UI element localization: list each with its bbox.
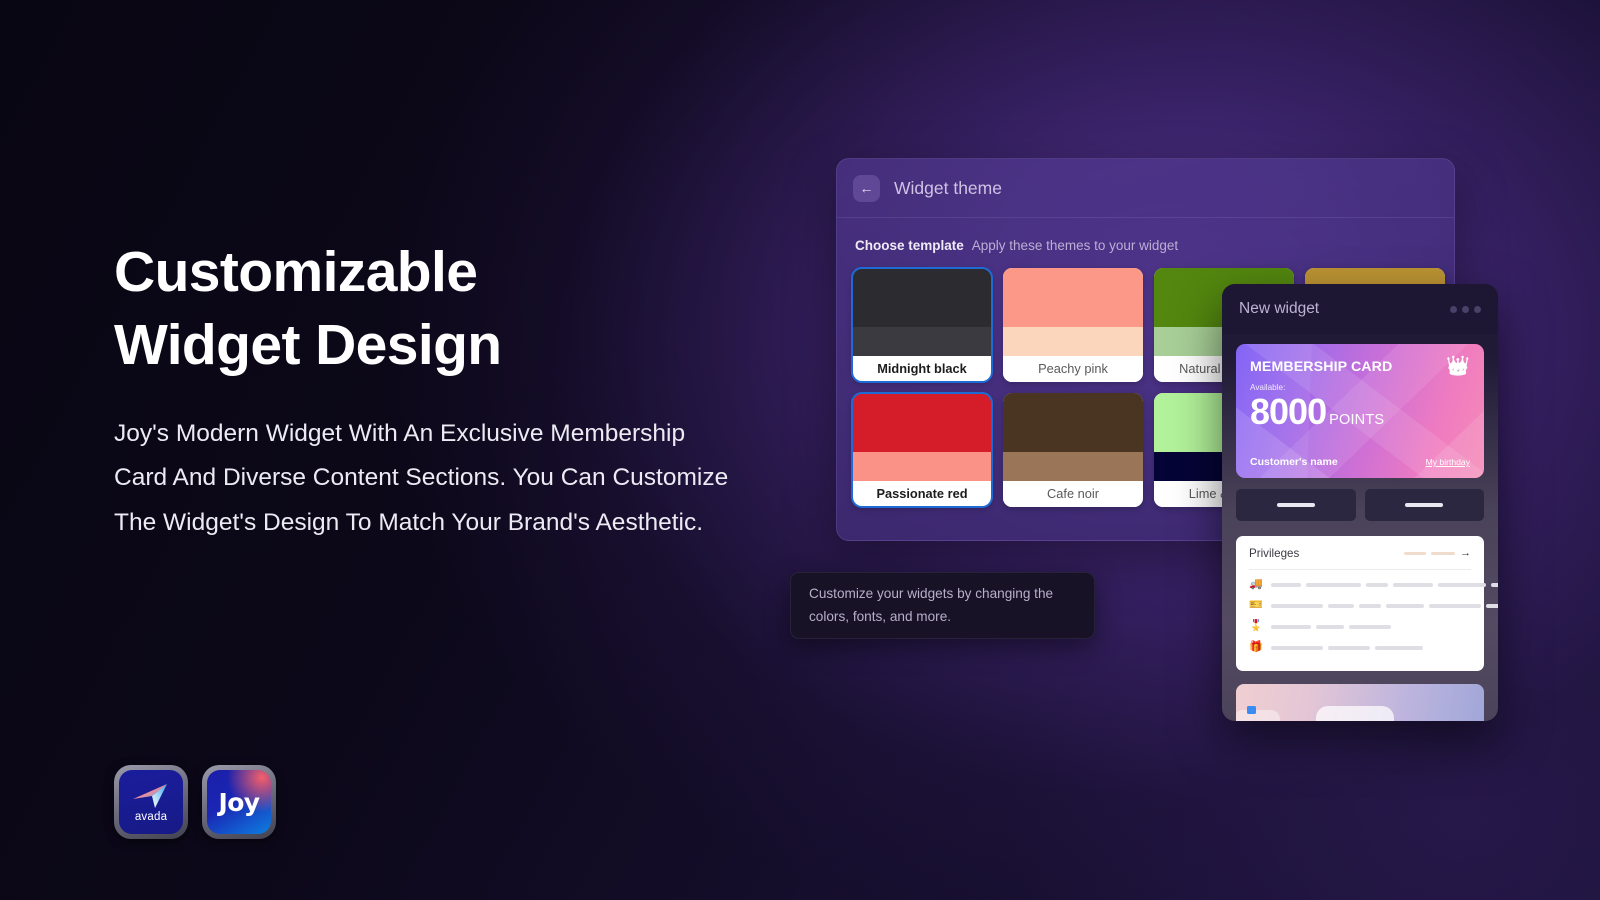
privilege-row: 🎁 [1249, 637, 1471, 658]
template-swatch-top [852, 393, 992, 453]
privileges-list: 🚚 🎫 🎖️ 🎁 [1249, 574, 1498, 658]
template-swatch-bottom [852, 452, 992, 481]
widget-action-button-primary[interactable] [1236, 489, 1356, 521]
template-swatch-bottom [1003, 327, 1143, 356]
widget-preview-title: New widget [1239, 300, 1320, 317]
points-value: 8000 [1250, 391, 1327, 432]
template-label: Cafe noir [1003, 480, 1143, 507]
template-label: Midnight black [852, 355, 992, 382]
privileges-title: Privileges [1249, 547, 1300, 560]
footer-shape-small [1236, 710, 1280, 721]
privilege-placeholder-bars [1270, 603, 1498, 608]
back-arrow-icon: ← [859, 180, 874, 196]
points-unit: POINTS [1329, 412, 1385, 428]
privilege-icon: 🎫 [1249, 599, 1263, 611]
info-tooltip-text: Customize your widgets by changing the c… [809, 586, 1054, 624]
birthday-link[interactable]: My birthday [1426, 457, 1470, 467]
widget-preview-header: New widget [1222, 284, 1498, 334]
choose-template-hint: Apply these themes to your widget [971, 238, 1179, 253]
template-swatch-top [1003, 268, 1143, 328]
app-badge-group: avada Joy [114, 765, 276, 839]
template-swatch-bottom [852, 327, 992, 356]
panel-title: Widget theme [894, 177, 1002, 198]
divider [1249, 569, 1471, 570]
privilege-row: 🚚 [1249, 574, 1498, 595]
widget-action-buttons [1236, 489, 1484, 521]
privileges-header: Privileges → [1249, 547, 1471, 560]
template-card[interactable]: Cafe noir [1003, 393, 1143, 507]
privileges-pagination[interactable]: → [1404, 548, 1471, 559]
privilege-placeholder-bars [1270, 582, 1498, 587]
privileges-card: Privileges → 🚚 🎫 🎖️ 🎁 [1236, 536, 1498, 671]
app-badge-joy[interactable]: Joy [202, 765, 276, 839]
template-label: Peachy pink [1003, 355, 1143, 382]
choose-template-label: Choose template [855, 238, 964, 253]
template-card[interactable]: Passionate red [851, 392, 993, 508]
page-title: Customizable Widget Design [114, 240, 502, 377]
choose-template-heading: Choose template Apply these themes to yo… [837, 218, 1454, 253]
more-dots-icon[interactable] [1450, 305, 1481, 313]
privilege-icon: 🎁 [1249, 641, 1263, 653]
footer-shape-large [1316, 706, 1395, 721]
crown-icon: 👑 [1446, 356, 1470, 377]
membership-card: MEMBERSHIP CARD 👑 Available: 8000 POINTS… [1236, 344, 1484, 478]
template-swatch-top [852, 268, 992, 328]
app-badge-avada[interactable]: avada [114, 765, 188, 839]
privilege-placeholder-bars [1271, 624, 1391, 629]
membership-card-title: MEMBERSHIP CARD [1250, 358, 1393, 375]
template-card[interactable]: Midnight black [851, 267, 993, 383]
privilege-row: 🎖️ [1249, 616, 1471, 637]
widget-action-button-secondary[interactable] [1364, 489, 1484, 521]
hero-copy: Customizable Widget Design Joy's Modern … [114, 236, 764, 546]
privilege-placeholder-bars [1271, 645, 1423, 650]
template-label: Passionate red [852, 480, 992, 507]
widget-footer-banner [1236, 684, 1484, 721]
widget-theme-header: ← Widget theme [837, 159, 1454, 218]
customer-name: Customer's name [1250, 456, 1338, 468]
template-card[interactable]: Peachy pink [1003, 268, 1143, 382]
app-badge-joy-label: Joy [218, 787, 261, 817]
info-tooltip: Customize your widgets by changing the c… [790, 572, 1095, 639]
back-button[interactable]: ← [853, 174, 880, 202]
hero-description: Joy's Modern Widget With An Exclusive Me… [114, 419, 729, 537]
template-swatch-bottom [1003, 452, 1143, 481]
footer-blue-marker-icon [1247, 706, 1256, 714]
privilege-icon: 🚚 [1249, 578, 1263, 590]
template-swatch-top [1003, 393, 1143, 453]
paper-plane-icon [133, 783, 167, 808]
widget-preview: New widget MEMBERSHIP CARD 👑 Available: … [1222, 284, 1498, 721]
arrow-right-icon[interactable]: → [1460, 548, 1471, 559]
promo-banner: Customizable Widget Design Joy's Modern … [0, 0, 1600, 900]
privilege-icon: 🎖️ [1249, 620, 1263, 632]
app-badge-avada-label: avada [134, 810, 168, 823]
privilege-row: 🎫 [1249, 595, 1498, 616]
